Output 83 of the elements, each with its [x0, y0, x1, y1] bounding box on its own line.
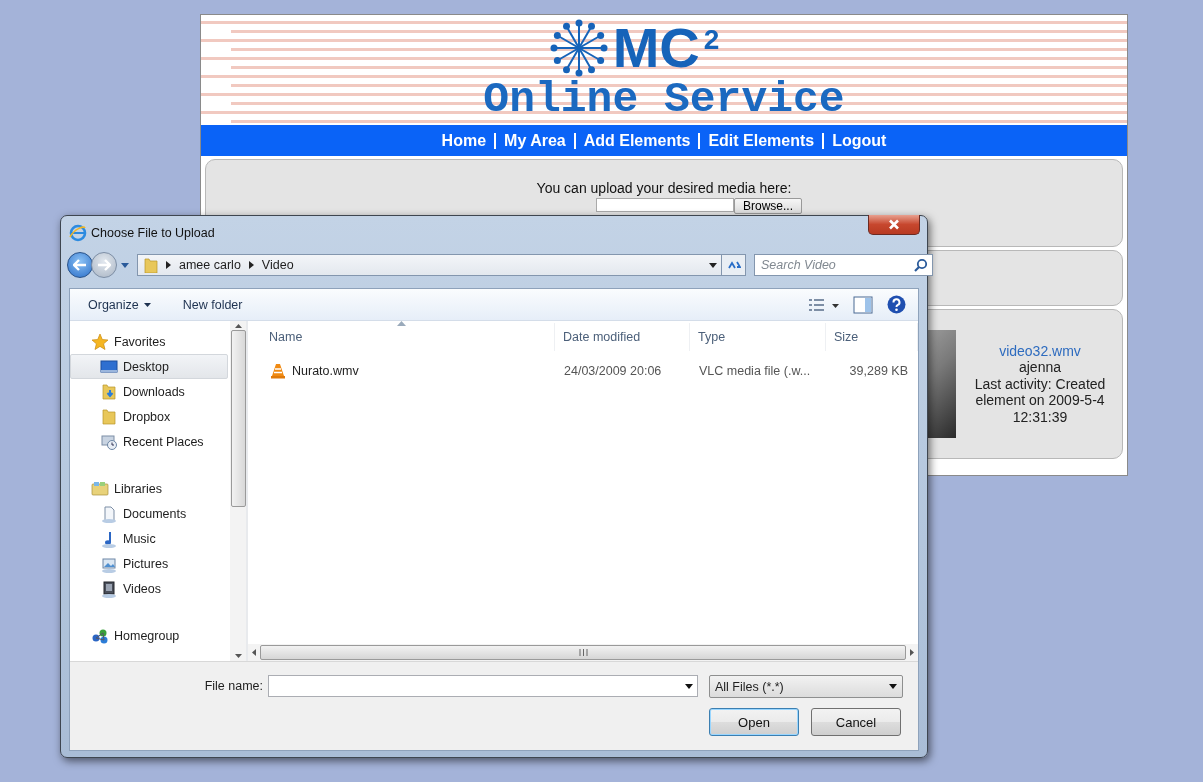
nav-link[interactable]: Logout [822, 132, 895, 149]
column-header[interactable]: Name [248, 323, 555, 351]
nav-tree-item[interactable]: Desktop [70, 354, 228, 379]
nav-tree-item[interactable]: Favorites [70, 329, 228, 354]
cancel-button[interactable]: Cancel [811, 708, 901, 736]
starburst-icon [548, 18, 609, 78]
element-link[interactable]: video32.wmv [999, 342, 1081, 360]
table-cell-text: 39,289 KB [848, 364, 909, 378]
browse-button[interactable]: Browse... [734, 198, 802, 214]
nav-tree-item[interactable]: Downloads [70, 379, 228, 404]
horizontal-scrollbar[interactable] [248, 644, 918, 661]
browser-logo-icon [69, 224, 87, 242]
breadcrumb-item[interactable]: amee carlo [179, 258, 241, 272]
refresh-arrows-icon [726, 259, 741, 271]
scroll-left-icon [252, 649, 256, 656]
nav-tree-item[interactable]: Libraries [70, 476, 228, 501]
document-icon [100, 504, 118, 523]
logo-mark: MC$^{2}$ [548, 18, 720, 78]
monitor-icon [100, 357, 118, 376]
file-name-field[interactable] [268, 675, 698, 697]
nav-tree-item[interactable]: Videos [70, 576, 228, 601]
left-arrow-icon [73, 259, 87, 271]
dialog-title: Choose File to Upload [91, 226, 215, 240]
breadcrumb-item[interactable]: Video [261, 258, 294, 272]
file-name-label: File name: [204, 679, 263, 693]
folder-icon [142, 257, 158, 273]
scroll-right-icon [910, 649, 914, 656]
star-icon [91, 332, 109, 351]
right-arrow-icon [97, 259, 111, 271]
forward-button[interactable] [91, 252, 117, 278]
scroll-down-icon [234, 654, 242, 658]
film-icon [100, 579, 118, 598]
element-activity: Last activity: Created element on 2009-5-4 12:31:39 [973, 375, 1107, 426]
nav-link[interactable]: Edit Elements [698, 132, 823, 149]
column-header[interactable]: Type [690, 323, 826, 351]
nav-tree-item[interactable]: Pictures [70, 551, 228, 576]
back-button[interactable] [67, 252, 93, 278]
nav-link[interactable]: My Area [494, 132, 574, 149]
caret-down-icon [685, 683, 693, 689]
folder-icon [91, 479, 109, 498]
element-user: ajenna [1018, 359, 1061, 376]
chevron-right-icon [248, 261, 254, 269]
file-name[interactable]: Nurato.wmv [292, 364, 359, 378]
chevron-right-icon [166, 261, 171, 269]
column-header[interactable]: Size [826, 323, 918, 351]
caret-down-icon [143, 302, 151, 307]
file-type-dropdown[interactable]: All Files (*.*) [709, 675, 903, 698]
view-list-icon[interactable] [809, 297, 839, 312]
nav-tree-item[interactable]: Documents [70, 501, 228, 526]
close-button[interactable] [868, 215, 920, 235]
caret-down-icon [889, 684, 897, 689]
table-cell-text: VLC media file (.w... [698, 364, 812, 378]
preview-pane-icon[interactable] [853, 295, 873, 314]
folder-icon [100, 407, 118, 426]
file-input-field[interactable] [596, 198, 734, 212]
nav-link[interactable]: Add Elements [573, 132, 699, 149]
music-note-icon [100, 529, 118, 548]
table-cell-text: 24/03/2009 20:06 [563, 364, 663, 378]
search-icon [914, 258, 928, 272]
scroll-up-icon [234, 324, 242, 328]
help-icon[interactable] [887, 295, 906, 314]
nav-tree-item[interactable]: Dropbox [70, 404, 228, 429]
nav-tree-item[interactable]: Homegroup [70, 623, 228, 648]
refresh-button[interactable] [722, 254, 746, 276]
logo-tagline: Online Service [483, 78, 845, 122]
clock-icon [100, 432, 118, 451]
file-row[interactable]: Nurato.wmv 24/03/2009 20:06 VLC media file (.w... 39,289 KB [248, 359, 918, 383]
address-bar[interactable]: amee carlo Video [137, 254, 722, 276]
search-field[interactable]: Search Video [754, 254, 933, 276]
new-folder-button[interactable]: New folder [182, 297, 243, 312]
column-header[interactable]: Date modified [555, 323, 690, 351]
organize-button[interactable]: Organize [88, 297, 151, 312]
caret-down-icon[interactable] [709, 262, 717, 268]
nav-link[interactable]: Home [433, 132, 495, 149]
nav-tree-item[interactable]: Music [70, 526, 228, 551]
traffic-cone-icon [270, 363, 286, 379]
folder-icon [100, 382, 118, 401]
upload-prompt: You can upload your desired media here: [536, 180, 792, 196]
nav-tree-item[interactable]: Recent Places [70, 429, 228, 454]
close-icon [888, 219, 900, 230]
open-button[interactable]: Open [709, 708, 799, 736]
grip-icon [578, 649, 588, 656]
vertical-scrollbar[interactable] [230, 321, 246, 661]
